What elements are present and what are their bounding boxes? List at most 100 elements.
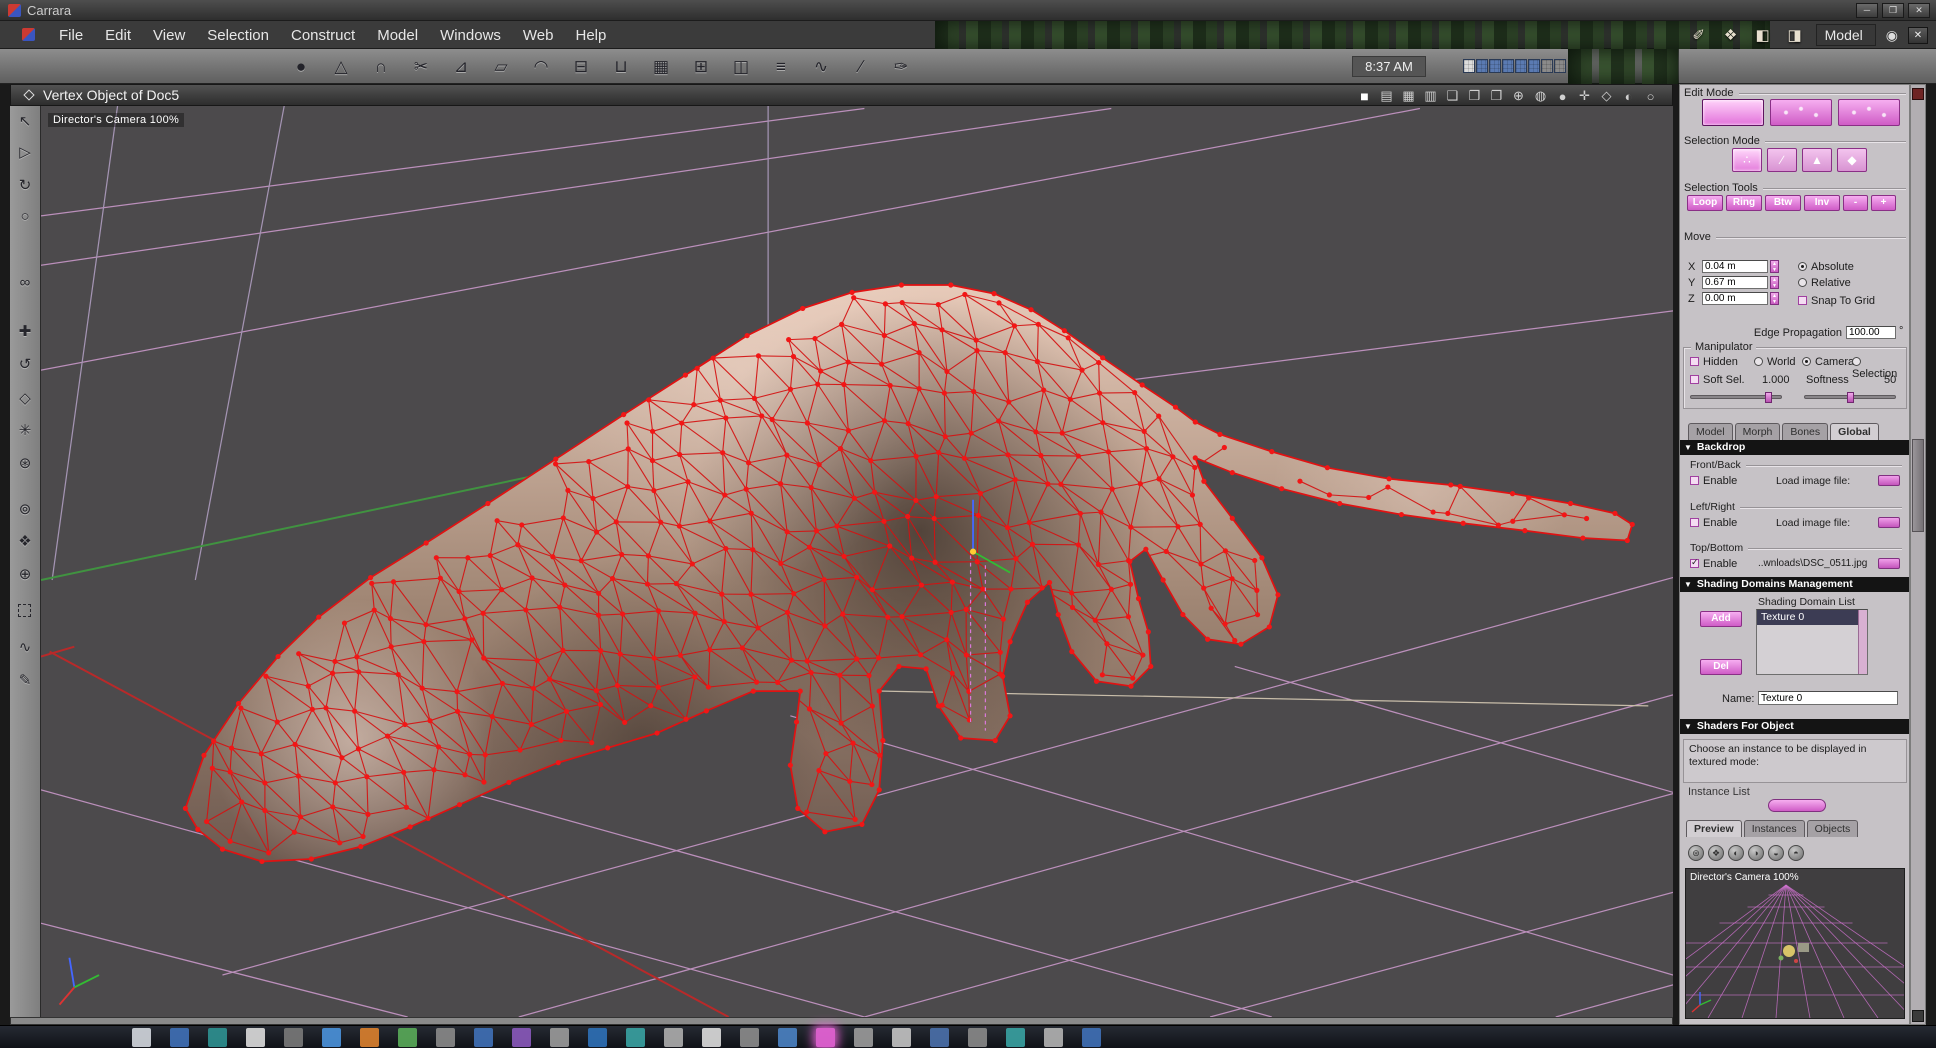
taskbar-app-icon-8[interactable] [436,1028,455,1047]
axis-toggle-icon[interactable]: ⊕ [1511,88,1526,104]
taskbar-app-icon-4[interactable] [284,1028,303,1047]
workspace-square-icon-7[interactable] [1554,59,1566,73]
white-sphere-icon[interactable]: ○ [1643,89,1658,104]
pan-tool-icon[interactable]: ❖ [14,531,36,553]
thickness-tool-icon[interactable]: ◫ [728,54,754,80]
workspace-square-icon-0[interactable] [1463,59,1475,73]
wave-tool-icon[interactable]: ∿ [808,54,834,80]
sphere-tool-icon[interactable]: ● [288,54,314,80]
minimize-button[interactable]: ─ [1856,3,1878,18]
doc-close-button[interactable]: ✕ [1908,26,1928,44]
sphere-view-tool-icon[interactable]: ○ [14,206,36,228]
left-right-load-button[interactable] [1878,517,1900,528]
world-radio[interactable]: World [1754,356,1796,368]
boolean-tool-icon[interactable]: ⊞ [688,54,714,80]
z-field[interactable] [1702,292,1768,305]
workspace-square-icon-1[interactable] [1476,59,1488,73]
selection-tool-inv-button[interactable]: Inv [1804,195,1840,211]
pen-tool-icon[interactable]: ✎ [14,670,36,692]
taskbar-app-icon-6[interactable] [360,1028,379,1047]
z-stepper[interactable]: ▲ ▼ [1770,292,1779,305]
menu-model[interactable]: Model [366,27,429,44]
softness-slider[interactable] [1804,392,1896,403]
weld-tool-icon[interactable]: ⊔ [608,54,634,80]
rotate-view-tool-icon[interactable]: ↻ [14,175,36,197]
top-bottom-load-button[interactable] [1878,558,1900,569]
add-vertex-tool-icon[interactable]: △ [328,54,354,80]
preview-axis-icon[interactable]: ⊛ [1688,845,1704,861]
corner-tool-icon[interactable]: ⊿ [448,54,474,80]
taskbar-app-icon-9[interactable] [474,1028,493,1047]
taskbar-app-icon-12[interactable] [588,1028,607,1047]
shading-mode3-icon[interactable]: ❐ [1489,88,1504,104]
selection-tool---button[interactable]: - [1843,195,1868,211]
scrollbar-thumb[interactable] [1912,439,1924,532]
taskbar-app-icon-18[interactable] [816,1028,835,1047]
link-tool-icon[interactable]: ∞ [14,272,36,294]
taskbar-app-icon-2[interactable] [208,1028,227,1047]
palette-icon[interactable]: ❖ [1720,26,1742,44]
menu-view[interactable]: View [142,27,196,44]
shaded-sphere-icon[interactable]: ● [1555,89,1570,104]
selection-tool-loop-button[interactable]: Loop [1687,195,1723,211]
taskbar-app-icon-7[interactable] [398,1028,417,1047]
wire-sphere-icon[interactable]: ◍ [1533,88,1548,104]
tab-global[interactable]: Global [1830,423,1879,440]
tab-instances[interactable]: Instances [1743,820,1805,837]
y-field[interactable] [1702,276,1768,289]
scale-manip-tool-icon[interactable]: ◇ [14,388,36,410]
edit-mode-face-button[interactable] [1838,99,1900,126]
menu-construct[interactable]: Construct [280,27,366,44]
left-right-enable-checkbox[interactable]: Enable [1690,517,1737,529]
knife-tool-icon[interactable]: ∕ [848,54,874,80]
preview-scene-icon[interactable]: ❖ [1708,845,1724,861]
gray-sphere-icon[interactable]: ◐ [1621,89,1636,104]
zoom-tool-icon[interactable]: ⊕ [14,564,36,586]
taskbar-app-icon-13[interactable] [626,1028,645,1047]
soft-sel-checkbox[interactable]: Soft Sel. [1690,374,1745,386]
tab-model[interactable]: Model [1688,423,1733,440]
sculpt-tool-icon[interactable]: ✑ [888,54,914,80]
direct-select-tool-icon[interactable]: ▷ [14,142,36,164]
extrude-tool-icon[interactable]: ⊟ [568,54,594,80]
move-manip-tool-icon[interactable]: ✚ [14,321,36,343]
workspace-square-icon-3[interactable] [1502,59,1514,73]
mode-selector[interactable]: Model [1815,24,1876,46]
selection-radio[interactable]: Selection [1852,356,1906,380]
edit-mode-edge-button[interactable] [1770,99,1832,126]
dome-tool-icon[interactable]: ◠ [528,54,554,80]
taskbar-app-icon-24[interactable] [1044,1028,1063,1047]
shading-mode-icon[interactable]: ❑ [1445,88,1460,104]
selection-tool-ring-button[interactable]: Ring [1726,195,1762,211]
shading-domains-header[interactable]: ▼ Shading Domains Management [1680,577,1909,592]
taskbar-app-icon-17[interactable] [778,1028,797,1047]
selection-tool-btw-button[interactable]: Btw [1765,195,1801,211]
mesh-tool-icon[interactable]: ▦ [648,54,674,80]
camera-radio[interactable]: Camera [1802,356,1854,368]
tab-bones[interactable]: Bones [1782,423,1829,440]
workspace-square-icon-6[interactable] [1541,59,1553,73]
texture-mode-icon[interactable]: ◨ [1784,26,1806,44]
top-bottom-enable-checkbox[interactable]: Enable [1690,557,1737,570]
close-button[interactable]: ✕ [1908,3,1930,18]
select-edges-icon[interactable]: ∕ [1767,148,1797,172]
backdrop-header[interactable]: ▼ Backdrop [1680,440,1909,455]
preview-sphere4-icon[interactable]: ◓ [1788,845,1804,861]
solid-view-icon[interactable]: ■ [1357,88,1372,104]
brush-icon[interactable]: ✐ [1688,26,1710,44]
menu-help[interactable]: Help [565,27,618,44]
panel-collapse-icon[interactable] [1912,88,1924,100]
workspace-square-icon-2[interactable] [1489,59,1501,73]
render-mode-icon[interactable]: ◧ [1752,26,1774,44]
lasso-tool-icon[interactable]: ∿ [14,637,36,659]
magnet-manip-tool-icon[interactable]: ⊛ [14,453,36,475]
diamond-view-icon[interactable]: ◇ [1599,88,1614,104]
eye-icon[interactable]: ◉ [1886,27,1898,44]
magnet-tool-icon[interactable]: ∩ [368,54,394,80]
edge-propagation-field[interactable] [1846,326,1896,339]
relative-radio[interactable]: Relative [1798,277,1851,289]
taskbar-app-icon-0[interactable] [132,1028,151,1047]
tab-preview[interactable]: Preview [1686,820,1742,837]
select-vertices-icon[interactable]: ∴ [1732,148,1762,172]
doc-menu-icon[interactable] [23,89,35,101]
